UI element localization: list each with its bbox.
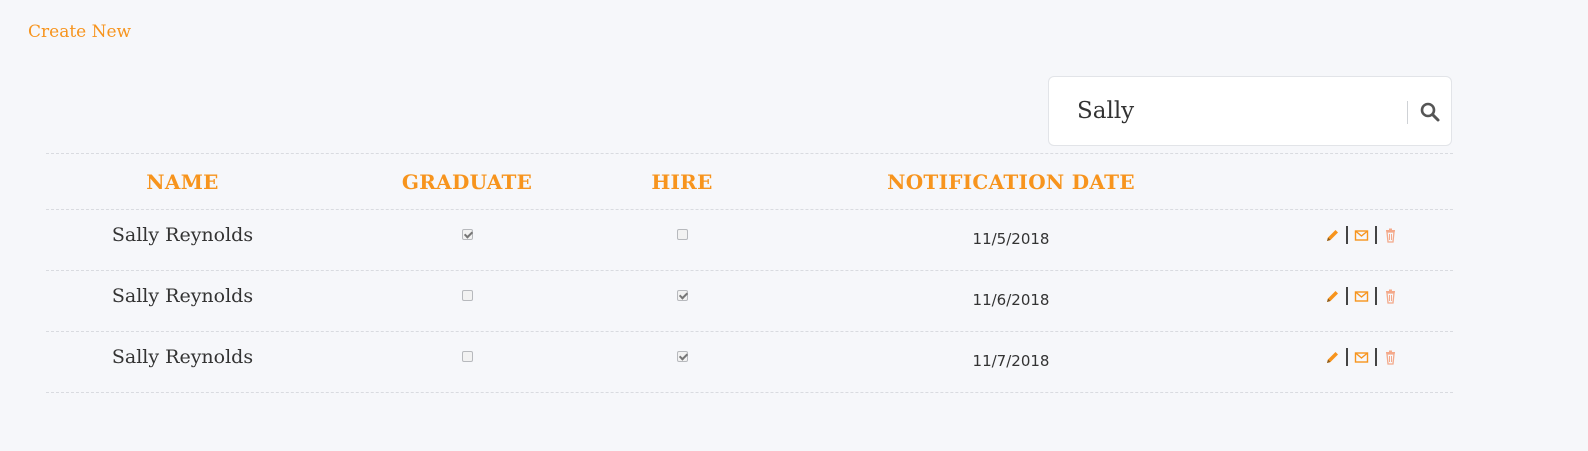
- table-row: Sally Reynolds 11/6/2018: [46, 271, 1453, 332]
- envelope-icon[interactable]: [1354, 289, 1369, 304]
- envelope-icon[interactable]: [1354, 350, 1369, 365]
- envelope-icon[interactable]: [1354, 228, 1369, 243]
- table-header-row: NAME GRADUATE HIRE NOTIFICATION DATE: [46, 153, 1453, 210]
- row-actions: [1325, 226, 1398, 244]
- column-header-graduate[interactable]: GRADUATE: [402, 170, 532, 194]
- graduate-checkbox[interactable]: [461, 229, 473, 240]
- row-notification-date: 11/6/2018: [972, 290, 1050, 309]
- trash-icon[interactable]: [1383, 350, 1398, 365]
- search-icon: [1420, 102, 1440, 122]
- hire-checkbox[interactable]: [676, 290, 688, 301]
- row-actions: [1325, 348, 1398, 366]
- row-notification-date: 11/7/2018: [972, 351, 1050, 370]
- search-divider: [1407, 101, 1408, 124]
- pencil-icon[interactable]: [1325, 289, 1340, 304]
- search-button[interactable]: [1417, 99, 1443, 125]
- row-name: Sally Reynolds: [111, 224, 254, 246]
- pencil-icon[interactable]: [1325, 350, 1340, 365]
- hire-checkbox[interactable]: [676, 351, 688, 362]
- row-name: Sally Reynolds: [111, 285, 254, 307]
- graduate-checkbox[interactable]: [461, 290, 473, 301]
- hire-checkbox[interactable]: [676, 229, 688, 240]
- action-divider: [1345, 226, 1348, 244]
- create-new-link[interactable]: Create New: [28, 22, 131, 42]
- action-divider: [1374, 226, 1377, 244]
- column-header-name[interactable]: NAME: [146, 170, 218, 194]
- graduate-checkbox[interactable]: [461, 351, 473, 362]
- column-header-notification-date[interactable]: NOTIFICATION DATE: [887, 170, 1135, 194]
- pencil-icon[interactable]: [1325, 228, 1340, 243]
- trash-icon[interactable]: [1383, 289, 1398, 304]
- results-table: NAME GRADUATE HIRE NOTIFICATION DATE Sal…: [46, 153, 1453, 393]
- search-box: [1048, 76, 1452, 146]
- column-header-hire[interactable]: HIRE: [651, 170, 712, 194]
- row-actions: [1325, 287, 1398, 305]
- action-divider: [1374, 348, 1377, 366]
- table-row: Sally Reynolds 11/5/2018: [46, 210, 1453, 271]
- table-row: Sally Reynolds 11/7/2018: [46, 332, 1453, 393]
- action-divider: [1345, 348, 1348, 366]
- action-divider: [1374, 287, 1377, 305]
- row-notification-date: 11/5/2018: [972, 229, 1050, 248]
- row-name: Sally Reynolds: [111, 346, 254, 368]
- trash-icon[interactable]: [1383, 228, 1398, 243]
- action-divider: [1345, 287, 1348, 305]
- search-input[interactable]: [1077, 91, 1397, 131]
